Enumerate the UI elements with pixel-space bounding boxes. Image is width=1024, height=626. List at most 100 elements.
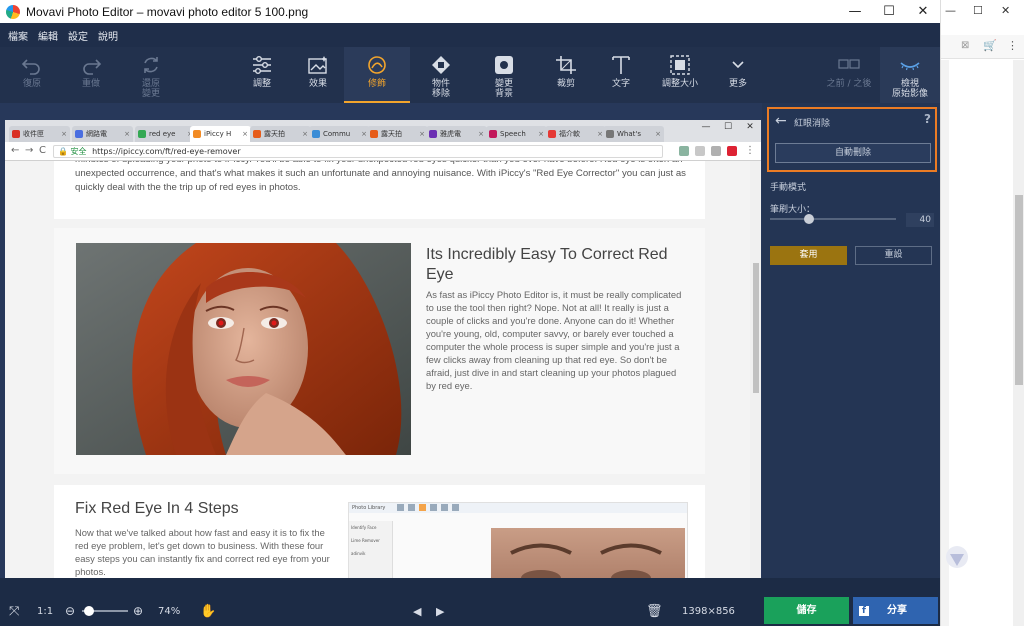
object-removal-button[interactable]: 物件 移除 (412, 47, 470, 103)
menu-settings[interactable]: 設定 (68, 28, 88, 43)
four-steps-card: Fix Red Eye In 4 Steps Now that we've ta… (54, 485, 705, 578)
change-background-label-2: 背景 (494, 89, 513, 99)
restore-changes-button[interactable]: 還原 變更 (122, 47, 180, 103)
save-button[interactable]: 儲存 (764, 597, 849, 624)
object-removal-label-2: 移除 (431, 89, 450, 99)
tab-label: 收件匣 (23, 130, 44, 138)
help-icon[interactable]: ? (924, 112, 931, 126)
zoom-out-icon[interactable]: ⊖ (65, 597, 75, 626)
bg-scroll-thumb[interactable] (1015, 195, 1023, 385)
extension-icon (695, 146, 705, 156)
menu-edit[interactable]: 編輯 (38, 28, 58, 43)
bg-extension-icon: ⊠ (961, 40, 970, 51)
maximize-button[interactable]: ☐ (872, 0, 906, 23)
brush-size-slider-handle[interactable] (804, 214, 815, 224)
crop-button[interactable]: 裁剪 (537, 47, 595, 103)
web-page: minutes of uploading your photo to iPicc… (5, 161, 761, 578)
view-original-label-2: 原始影像 (891, 89, 928, 99)
actual-size-button[interactable]: 1:1 (37, 597, 53, 626)
thumb-item: Identify Face (351, 525, 377, 530)
image-canvas[interactable]: 收件匣× 網路電× red eye× iPiccy H× 露天拍× Commu×… (0, 103, 762, 578)
fit-to-screen-icon[interactable]: ⤧ (9, 597, 19, 626)
auto-remove-button[interactable]: 自動刪除 (775, 143, 931, 163)
tab-close-icon: × (61, 130, 67, 138)
red-eye-panel: ← 紅眼消除 ? 自動刪除 手動模式 筆刷大小： 40 套用 重設 (762, 103, 940, 578)
title-bar: Movavi Photo Editor – movavi photo edito… (0, 0, 940, 23)
brush-size-slider[interactable] (770, 218, 896, 220)
retouch-icon (368, 56, 386, 74)
extension-icon (711, 146, 721, 156)
adjust-label: 調整 (252, 79, 271, 89)
reload-icon: C (39, 145, 46, 156)
tab-favicon-icon (429, 130, 437, 138)
browser-tab-bar: 收件匣× 網路電× red eye× iPiccy H× 露天拍× Commu×… (5, 120, 761, 142)
trash-icon[interactable]: 🗑 (646, 597, 663, 626)
object-removal-icon (432, 56, 450, 74)
retouch-label: 修飾 (367, 79, 386, 89)
menu-file[interactable]: 檔案 (8, 28, 28, 43)
effects-icon (308, 56, 327, 74)
bg-maximize-button[interactable]: ☐ (973, 4, 983, 17)
section-heading: Fix Red Eye In 4 Steps (75, 500, 239, 517)
undo-icon (21, 59, 40, 75)
before-after-button[interactable]: 之前 / 之後 (818, 47, 880, 103)
next-image-icon[interactable]: ▶ (436, 597, 444, 626)
crop-icon (556, 56, 576, 74)
zoom-slider-handle[interactable] (83, 606, 94, 616)
retouch-button[interactable]: 修飾 (344, 47, 410, 103)
extension-icon (679, 146, 689, 156)
browser-tab: Commu × (309, 126, 370, 142)
brush-size-value[interactable]: 40 (906, 213, 934, 227)
share-button[interactable]: f 分享 (853, 597, 938, 624)
tab-label: 網路電 (86, 130, 107, 138)
view-original-button[interactable]: 檢視 原始影像 (880, 47, 940, 103)
background-browser-window: — ☐ ✕ ⊠ 🛒 ⋮ (940, 0, 1024, 626)
before-after-icon (838, 59, 860, 69)
thumb-item: Lime Remover (351, 538, 380, 543)
browser-minimize-icon: — (701, 122, 711, 132)
editor-screenshot-thumbnail: Photo Library Identify Face Lime Remover (348, 502, 688, 578)
resize-button[interactable]: 調整大小 (651, 47, 709, 103)
change-background-button[interactable]: 變更 背景 (475, 47, 533, 103)
hand-tool-icon[interactable]: ✋ (200, 597, 216, 626)
zoom-level: 74% (158, 606, 181, 617)
bg-minimize-button[interactable]: — (945, 4, 956, 17)
text-icon (612, 56, 630, 74)
redo-label: 重做 (81, 79, 100, 89)
url-box: 🔒 安全 https://ipiccy.com/ft/red-eye-remov… (53, 145, 663, 158)
adjust-button[interactable]: 調整 (233, 47, 291, 103)
browser-close-icon: ✕ (746, 122, 754, 132)
apply-button[interactable]: 套用 (770, 246, 847, 265)
tab-favicon-icon (606, 130, 614, 138)
previous-image-icon[interactable]: ◀ (413, 597, 421, 626)
thumb-toolbar (397, 504, 487, 512)
text-button[interactable]: 文字 (592, 47, 650, 103)
lock-icon: 🔒 (58, 147, 68, 156)
menu-help[interactable]: 說明 (98, 28, 118, 43)
redo-button[interactable]: 重做 (62, 47, 120, 103)
undo-button[interactable]: 復原 (3, 47, 61, 103)
minimize-button[interactable]: — (838, 0, 872, 23)
more-button[interactable]: 更多 (709, 47, 767, 103)
back-arrow-icon[interactable]: ← (775, 113, 787, 129)
tab-label: iPiccy H (204, 130, 232, 138)
close-button[interactable]: ✕ (906, 0, 940, 23)
bg-close-button[interactable]: ✕ (1001, 4, 1010, 17)
tab-close-icon: × (538, 130, 544, 138)
undo-label: 復原 (22, 79, 41, 89)
tab-close-icon: × (478, 130, 484, 138)
browser-tab-active: iPiccy H × (190, 126, 251, 142)
reset-button[interactable]: 重設 (855, 246, 932, 265)
crop-label: 裁剪 (556, 79, 575, 89)
manual-mode-label: 手動模式 (770, 183, 807, 193)
tab-label: 露天拍 (381, 130, 402, 138)
browser-tab: 露天拍 × (250, 126, 311, 142)
effects-button[interactable]: 效果 (289, 47, 347, 103)
bg-browser-toolbar: ⊠ 🛒 ⋮ (941, 35, 1024, 59)
section-heading: Its Incredibly Easy To Correct Red Eye (426, 246, 668, 283)
facebook-icon: f (859, 606, 869, 616)
zoom-in-icon[interactable]: ⊕ (133, 597, 143, 626)
change-background-label-1: 變更 (494, 79, 513, 89)
text-label: 文字 (611, 79, 630, 89)
sliders-icon (253, 56, 271, 74)
